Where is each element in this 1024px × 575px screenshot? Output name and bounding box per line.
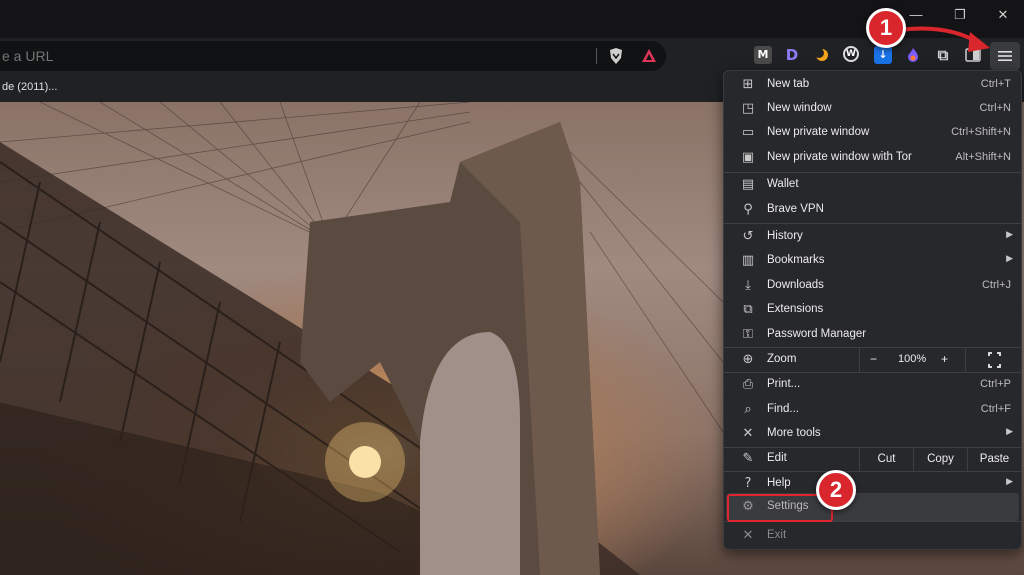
- annotation-arrow: [899, 26, 990, 52]
- private-window-icon: ▭: [741, 125, 755, 140]
- omnibox-divider: [596, 48, 597, 64]
- address-bar[interactable]: [0, 41, 666, 71]
- submenu-arrow-icon: ▶: [1006, 476, 1013, 486]
- vpn-icon: ⚲: [743, 202, 753, 217]
- menu-item-label: Wallet: [767, 178, 799, 190]
- step-1-badge: 1: [866, 8, 906, 48]
- menu-item-label: Zoom: [767, 353, 797, 365]
- fullscreen-icon: [988, 352, 1001, 368]
- menu-item-shortcut: Ctrl+P: [980, 378, 1011, 390]
- step-2-badge: 2: [816, 470, 856, 510]
- menu-item-label: Help: [767, 477, 791, 489]
- address-input[interactable]: [0, 41, 590, 71]
- zoom-level: 100%: [898, 353, 927, 365]
- menu-item-edit: ✎ Edit Cut Copy Paste: [724, 447, 1021, 471]
- w-extension-icon[interactable]: W: [843, 46, 859, 62]
- new-window-icon: ◳: [741, 101, 755, 116]
- find-icon: ⌕: [744, 402, 752, 417]
- menu-item-downloads[interactable]: ⤓ Downloads Ctrl+J: [724, 274, 1021, 298]
- menu-item-new-tab[interactable]: ⊞ New tab Ctrl+T: [724, 73, 1021, 97]
- brave-shields-icon[interactable]: [608, 47, 624, 70]
- new-tab-icon: ⊞: [742, 77, 754, 92]
- menu-item-label: Print...: [767, 378, 801, 390]
- paste-button[interactable]: Paste: [967, 447, 1021, 471]
- menu-item-label: Bookmarks: [767, 254, 825, 266]
- menu-item-label: New window: [767, 102, 832, 114]
- submenu-arrow-icon: ▶: [1006, 253, 1013, 263]
- menu-item-print[interactable]: ⎙ Print... Ctrl+P: [724, 373, 1021, 397]
- menu-item-find[interactable]: ⌕ Find... Ctrl+F: [724, 398, 1021, 422]
- menu-item-shortcut: Ctrl+J: [981, 279, 1011, 291]
- zoom-icon: ⊕: [742, 352, 754, 367]
- menu-item-label: New tab: [767, 78, 810, 90]
- menu-item-extensions[interactable]: ⧉ Extensions: [724, 298, 1021, 322]
- menu-item-label: Downloads: [767, 279, 824, 291]
- print-icon: ⎙: [742, 377, 754, 392]
- menu-item-wallet[interactable]: ▤ Wallet: [724, 173, 1021, 197]
- menu-item-shortcut: Ctrl+N: [979, 102, 1011, 114]
- zoom-in-button[interactable]: +: [941, 352, 948, 366]
- copy-button[interactable]: Copy: [913, 447, 967, 471]
- menu-divider: [724, 223, 1021, 224]
- tor-window-icon: ▣: [741, 150, 755, 165]
- gmail-extension-icon[interactable]: M: [754, 46, 772, 64]
- menu-item-label: Extensions: [767, 303, 824, 315]
- menu-item-more-tools[interactable]: ✕ More tools ▶: [724, 422, 1021, 446]
- zoom-controls: − 100% +: [859, 348, 1021, 372]
- history-icon: ↺: [742, 229, 754, 244]
- menu-item-brave-vpn[interactable]: ⚲ Brave VPN: [724, 198, 1021, 222]
- close-icon: ✕: [742, 528, 754, 543]
- bookmark-item[interactable]: de (2011)...: [2, 81, 57, 93]
- menu-item-label: New private window with Tor: [767, 151, 912, 163]
- menu-item-label: Find...: [767, 403, 799, 415]
- wallet-icon: ▤: [741, 177, 755, 192]
- brave-rewards-icon[interactable]: [640, 47, 658, 70]
- menu-item-shortcut: Alt+Shift+N: [955, 151, 1011, 163]
- menu-item-new-private-window[interactable]: ▭ New private window Ctrl+Shift+N: [724, 121, 1021, 145]
- zoom-out-button[interactable]: −: [870, 352, 877, 366]
- submenu-arrow-icon: ▶: [1006, 426, 1013, 436]
- menu-item-zoom: ⊕ Zoom − 100% +: [724, 348, 1021, 372]
- edit-controls: Cut Copy Paste: [859, 447, 1021, 471]
- menu-item-shortcut: Ctrl+Shift+N: [951, 126, 1011, 138]
- menu-item-label: Password Manager: [767, 328, 867, 340]
- downloads-icon: ⤓: [745, 278, 751, 293]
- fullscreen-button[interactable]: [965, 348, 1022, 372]
- help-icon: ?: [744, 476, 752, 491]
- menu-item-history[interactable]: ↺ History ▶: [724, 225, 1021, 249]
- menu-item-label: New private window: [767, 126, 870, 138]
- edit-icon: ✎: [742, 451, 754, 466]
- extensions-icon: ⧉: [743, 302, 753, 317]
- menu-item-label: More tools: [767, 427, 821, 439]
- key-icon: ⚿: [743, 327, 753, 342]
- d-extension-icon[interactable]: D: [783, 46, 801, 64]
- moon-extension-icon[interactable]: [813, 46, 831, 64]
- menu-item-label: Exit: [767, 529, 787, 541]
- menu-item-shortcut: Ctrl+F: [980, 403, 1011, 415]
- submenu-arrow-icon: ▶: [1006, 229, 1013, 239]
- cut-button[interactable]: Cut: [859, 447, 913, 471]
- tools-icon: ✕: [742, 426, 754, 441]
- menu-item-new-window[interactable]: ◳ New window Ctrl+N: [724, 97, 1021, 121]
- menu-item-label: Edit: [767, 452, 787, 464]
- menu-item-exit[interactable]: ✕ Exit: [724, 524, 1021, 548]
- main-menu: ⊞ New tab Ctrl+T ◳ New window Ctrl+N ▭ N…: [723, 70, 1022, 550]
- menu-item-label: History: [767, 230, 803, 242]
- menu-item-shortcut: Ctrl+T: [980, 78, 1011, 90]
- menu-item-label: Brave VPN: [767, 203, 824, 215]
- bookmarks-icon: ▥: [741, 253, 755, 268]
- menu-item-new-private-window-tor[interactable]: ▣ New private window with Tor Alt+Shift+…: [724, 146, 1021, 170]
- menu-item-bookmarks[interactable]: ▥ Bookmarks ▶: [724, 249, 1021, 273]
- menu-item-password-manager[interactable]: ⚿ Password Manager: [724, 323, 1021, 347]
